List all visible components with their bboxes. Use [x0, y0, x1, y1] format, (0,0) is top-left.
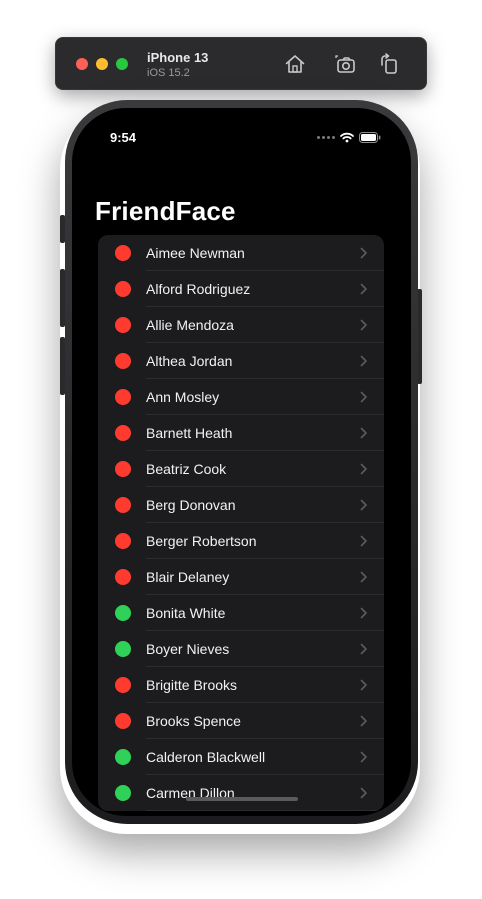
list-item[interactable]: Boyer Nieves — [98, 631, 384, 667]
home-indicator[interactable] — [186, 797, 298, 801]
list-item[interactable]: Bonita White — [98, 595, 384, 631]
os-version: iOS 15.2 — [147, 67, 190, 79]
list-item[interactable]: Brigitte Brooks — [98, 667, 384, 703]
list-item[interactable]: Beatriz Cook — [98, 451, 384, 487]
status-indicator-icon — [115, 605, 131, 621]
chevron-right-icon — [360, 751, 368, 763]
chevron-right-icon — [360, 535, 368, 547]
user-name: Alford Rodriguez — [146, 281, 251, 297]
list-item[interactable]: Ann Mosley — [98, 379, 384, 415]
chevron-right-icon — [360, 679, 368, 691]
status-indicator-icon — [115, 713, 131, 729]
list-item[interactable]: Allie Mendoza — [98, 307, 384, 343]
minimize-window-button[interactable] — [96, 58, 108, 70]
status-indicator-icon — [115, 677, 131, 693]
status-indicator-icon — [115, 389, 131, 405]
status-indicator-icon — [115, 749, 131, 765]
rotate-icon[interactable] — [377, 52, 401, 76]
user-name: Althea Jordan — [146, 353, 233, 369]
list-item[interactable]: Barnett Heath — [98, 415, 384, 451]
wifi-icon — [340, 132, 354, 143]
list-item[interactable]: Berg Donovan — [98, 487, 384, 523]
status-indicators — [317, 132, 381, 143]
phone-screen: 9:54 FriendFace Aimee Newman Alford Rodr… — [72, 108, 411, 816]
list-item[interactable]: Calderon Blackwell — [98, 739, 384, 775]
list-item[interactable]: Alford Rodriguez — [98, 271, 384, 307]
list-item[interactable]: Aimee Newman — [98, 235, 384, 271]
chevron-right-icon — [360, 643, 368, 655]
zoom-window-button[interactable] — [116, 58, 128, 70]
user-name: Aimee Newman — [146, 245, 245, 261]
status-indicator-icon — [115, 245, 131, 261]
chevron-right-icon — [360, 319, 368, 331]
list-item[interactable]: Berger Robertson — [98, 523, 384, 559]
close-window-button[interactable] — [76, 58, 88, 70]
status-indicator-icon — [115, 461, 131, 477]
list-item[interactable]: Carmen Dillon — [98, 775, 384, 811]
user-name: Barnett Heath — [146, 425, 233, 441]
status-indicator-icon — [115, 353, 131, 369]
user-list: Aimee Newman Alford Rodriguez Allie Mendoz… — [98, 235, 384, 811]
chevron-right-icon — [360, 247, 368, 259]
simulator-toolbar: iPhone 13 iOS 15.2 — [55, 37, 427, 90]
chevron-right-icon — [360, 607, 368, 619]
list-item[interactable]: Althea Jordan — [98, 343, 384, 379]
user-name: Brooks Spence — [146, 713, 241, 729]
user-name: Calderon Blackwell — [146, 749, 266, 765]
status-indicator-icon — [115, 425, 131, 441]
user-name: Ann Mosley — [146, 389, 220, 405]
user-name: Berger Robertson — [146, 533, 257, 549]
status-indicator-icon — [115, 497, 131, 513]
device-name: iPhone 13 — [147, 50, 209, 65]
cellular-icon — [317, 136, 335, 139]
user-name: Beatriz Cook — [146, 461, 227, 477]
battery-icon — [359, 132, 381, 143]
chevron-right-icon — [360, 391, 368, 403]
simulator-window: iPhone 13 iOS 15.2 9:54 FriendFace Aimee… — [0, 0, 482, 899]
page-title: FriendFace — [95, 196, 236, 226]
user-name: Bonita White — [146, 605, 226, 621]
status-time: 9:54 — [110, 130, 137, 145]
status-indicator-icon — [115, 533, 131, 549]
chevron-right-icon — [360, 355, 368, 367]
user-name: Allie Mendoza — [146, 317, 234, 333]
user-name: Boyer Nieves — [146, 641, 230, 657]
screenshot-icon[interactable] — [333, 52, 357, 76]
chevron-right-icon — [360, 571, 368, 583]
chevron-right-icon — [360, 283, 368, 295]
chevron-right-icon — [360, 499, 368, 511]
user-name: Brigitte Brooks — [146, 677, 238, 693]
chevron-right-icon — [360, 715, 368, 727]
user-name: Berg Donovan — [146, 497, 236, 513]
list-item[interactable]: Brooks Spence — [98, 703, 384, 739]
user-name: Blair Delaney — [146, 569, 230, 585]
status-indicator-icon — [115, 785, 131, 801]
chevron-right-icon — [360, 463, 368, 475]
status-indicator-icon — [115, 569, 131, 585]
status-indicator-icon — [115, 641, 131, 657]
status-indicator-icon — [115, 317, 131, 333]
list-item[interactable]: Blair Delaney — [98, 559, 384, 595]
status-indicator-icon — [115, 281, 131, 297]
chevron-right-icon — [360, 787, 368, 799]
chevron-right-icon — [360, 427, 368, 439]
home-icon[interactable] — [283, 52, 307, 76]
